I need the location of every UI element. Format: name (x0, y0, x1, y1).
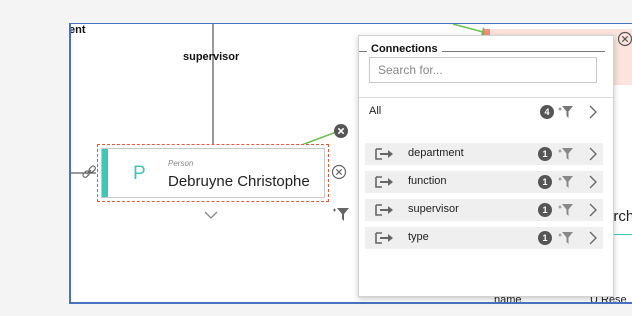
connection-count-badge: 1 (538, 175, 552, 189)
chevron-down-icon[interactable] (204, 210, 218, 220)
filter-icon[interactable] (558, 175, 574, 189)
connection-row[interactable]: department 1 (365, 143, 603, 165)
person-name: Debruyne Christophe (168, 173, 310, 190)
connection-row[interactable]: function 1 (365, 171, 603, 193)
chevron-right-icon[interactable] (589, 175, 598, 189)
connection-arrow-icon (375, 204, 393, 216)
connection-count-badge: 1 (538, 203, 552, 217)
chevron-right-icon[interactable] (589, 147, 598, 161)
filter-icon[interactable] (558, 203, 574, 217)
connection-arrow-icon (375, 232, 393, 244)
connection-row-all[interactable]: All 4 (363, 101, 601, 123)
connection-label: type (408, 231, 429, 243)
connection-label: department (408, 147, 464, 159)
connection-label: function (408, 175, 447, 187)
search-input[interactable] (369, 57, 597, 83)
filter-icon[interactable] (558, 105, 574, 119)
filter-icon[interactable] (558, 147, 574, 161)
close-icon[interactable] (617, 31, 632, 47)
supervisor-edge-label[interactable]: supervisor (183, 51, 239, 63)
filter-icon[interactable] (332, 205, 350, 223)
connection-row[interactable]: type 1 (365, 227, 603, 249)
person-node[interactable]: P Person Debruyne Christophe (97, 144, 329, 202)
person-letter-icon: P (133, 163, 146, 184)
filter-icon[interactable] (558, 231, 574, 245)
connections-panel[interactable]: Connections All 4 department 1 (358, 35, 614, 297)
connection-row[interactable]: supervisor 1 (365, 199, 603, 221)
all-count-badge: 4 (540, 105, 554, 119)
all-label: All (369, 105, 382, 117)
connection-label: supervisor (408, 203, 459, 215)
chevron-right-icon[interactable] (589, 203, 598, 217)
remove-edge-icon[interactable] (333, 123, 349, 139)
connection-arrow-icon (375, 148, 393, 160)
person-color-bar (102, 149, 108, 197)
person-type-label: Person (168, 159, 194, 168)
chevron-right-icon[interactable] (589, 105, 598, 119)
connections-title: Connections (367, 43, 442, 55)
chevron-right-icon[interactable] (589, 231, 598, 245)
connection-arrow-icon (375, 176, 393, 188)
edge-label-fragment: ent (69, 24, 86, 36)
connection-count-badge: 1 (538, 231, 552, 245)
person-node-card[interactable]: P Person Debruyne Christophe (101, 148, 325, 198)
link-icon[interactable] (81, 164, 97, 180)
connection-count-badge: 1 (538, 147, 552, 161)
panel-divider (359, 97, 613, 98)
close-icon[interactable] (331, 164, 347, 180)
